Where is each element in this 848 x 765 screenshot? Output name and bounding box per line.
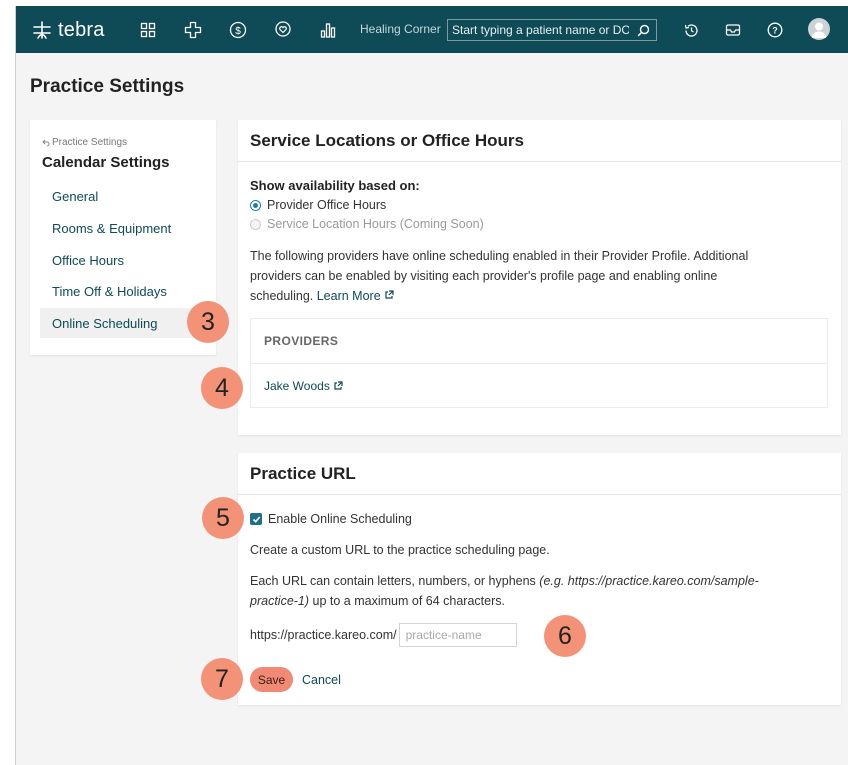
- practice-name-label: Healing Corner: [360, 22, 441, 36]
- svg-text:?: ?: [772, 26, 778, 36]
- sidebar-item-label: Office Hours: [52, 252, 125, 268]
- callout-badge-7: 7: [201, 658, 243, 700]
- clinical-cross-icon[interactable]: [183, 20, 203, 40]
- enable-online-scheduling-checkbox[interactable]: Enable Online Scheduling: [250, 512, 412, 526]
- practice-url-row: https://practice.kareo.com/: [250, 623, 517, 647]
- external-link-icon: [385, 290, 394, 299]
- app-window: tebra $ Healing Corner Start typing a pa…: [15, 6, 848, 765]
- sidebar-item-label: Time Off & Holidays: [52, 283, 167, 299]
- practice-url-title: Practice URL: [238, 453, 841, 495]
- sidebar-item-label: Rooms & Equipment: [52, 220, 172, 236]
- learn-more-link[interactable]: Learn More: [317, 289, 394, 303]
- callout-badge-3: 3: [187, 301, 229, 343]
- save-button[interactable]: Save: [250, 667, 293, 692]
- page-title: Practice Settings: [30, 76, 185, 97]
- sidebar-item-general[interactable]: General: [40, 181, 216, 211]
- brand-logo[interactable]: tebra: [32, 18, 105, 42]
- providers-header: PROVIDERS: [251, 319, 827, 364]
- sidebar-item-time-off-holidays[interactable]: Time Off & Holidays: [40, 276, 216, 306]
- rules-example: practice-1): [250, 594, 310, 608]
- cancel-button[interactable]: Cancel: [302, 673, 341, 687]
- sidebar-title: Calendar Settings: [42, 154, 170, 171]
- rules-suffix: up to a maximum of 64 characters.: [309, 594, 505, 608]
- providers-table: PROVIDERS Jake Woods: [250, 318, 828, 408]
- radio-selected-icon[interactable]: [250, 199, 261, 211]
- history-clock-icon[interactable]: [681, 20, 701, 40]
- learn-more-label: Learn More: [316, 289, 381, 303]
- rules-prefix: Each URL can contain letters, numbers, o…: [250, 574, 540, 588]
- radio-provider-office-hours[interactable]: Provider Office Hours: [250, 198, 386, 212]
- back-arrow-icon: [42, 139, 50, 146]
- url-rules-text: Each URL can contain letters, numbers, o…: [250, 571, 830, 611]
- reports-chart-icon[interactable]: [318, 20, 338, 40]
- provider-link-jake-woods[interactable]: Jake Woods: [264, 379, 330, 393]
- practice-url-card: Practice URL Enable Online Scheduling Cr…: [238, 453, 841, 705]
- back-link-label: Practice Settings: [52, 137, 128, 148]
- top-navigation-bar: tebra $ Healing Corner Start typing a pa…: [16, 6, 848, 53]
- sidebar-item-rooms-equipment[interactable]: Rooms & Equipment: [40, 213, 216, 243]
- billing-dollar-icon[interactable]: $: [228, 20, 248, 40]
- radio-service-location-hours: Service Location Hours (Coming Soon): [250, 217, 484, 231]
- user-avatar-icon[interactable]: [808, 18, 830, 40]
- checkbox-checked-icon[interactable]: [250, 513, 262, 525]
- description-line: providers can be enabled by visiting eac…: [250, 269, 718, 283]
- service-locations-title: Service Locations or Office Hours: [238, 120, 841, 162]
- callout-badge-6: 6: [544, 615, 586, 657]
- tebra-logo-icon: [33, 21, 51, 39]
- help-question-icon[interactable]: ?: [765, 20, 785, 40]
- callout-badge-4: 4: [201, 367, 243, 409]
- dashboard-grid-icon[interactable]: [138, 20, 158, 40]
- external-link-icon[interactable]: [333, 381, 343, 391]
- radio-disabled-icon: [250, 218, 261, 230]
- callout-badge-5: 5: [202, 497, 244, 539]
- providers-description: The following providers have online sche…: [250, 246, 830, 306]
- service-locations-card: Service Locations or Office Hours Show a…: [238, 120, 841, 435]
- radio-label: Service Location Hours (Coming Soon): [267, 217, 484, 231]
- availability-label: Show availability based on:: [250, 178, 420, 193]
- description-line: The following providers have online sche…: [250, 249, 749, 263]
- form-actions: Save Cancel: [250, 667, 341, 692]
- url-intro-text: Create a custom URL to the practice sche…: [250, 543, 550, 557]
- brand-name: tebra: [58, 18, 105, 41]
- patient-search[interactable]: [447, 19, 657, 41]
- rules-example: (e.g. https://practice.kareo.com/sample-: [539, 574, 759, 588]
- radio-label: Provider Office Hours: [267, 198, 387, 212]
- patient-engagement-heart-icon[interactable]: [273, 20, 293, 40]
- patient-search-input[interactable]: [448, 23, 633, 37]
- url-prefix: https://practice.kareo.com/: [250, 628, 397, 642]
- messages-mail-icon[interactable]: [723, 20, 743, 40]
- search-icon[interactable]: [633, 24, 653, 37]
- svg-text:$: $: [235, 26, 241, 37]
- back-to-practice-settings-link[interactable]: Practice Settings: [42, 137, 127, 148]
- practice-name-input[interactable]: [398, 623, 517, 647]
- sidebar-item-label: General: [52, 188, 99, 204]
- provider-row: Jake Woods: [251, 364, 827, 408]
- sidebar-item-office-hours[interactable]: Office Hours: [40, 245, 216, 275]
- description-line: scheduling.: [250, 289, 314, 303]
- checkbox-label: Enable Online Scheduling: [268, 512, 412, 526]
- sidebar-item-label: Online Scheduling: [52, 315, 158, 331]
